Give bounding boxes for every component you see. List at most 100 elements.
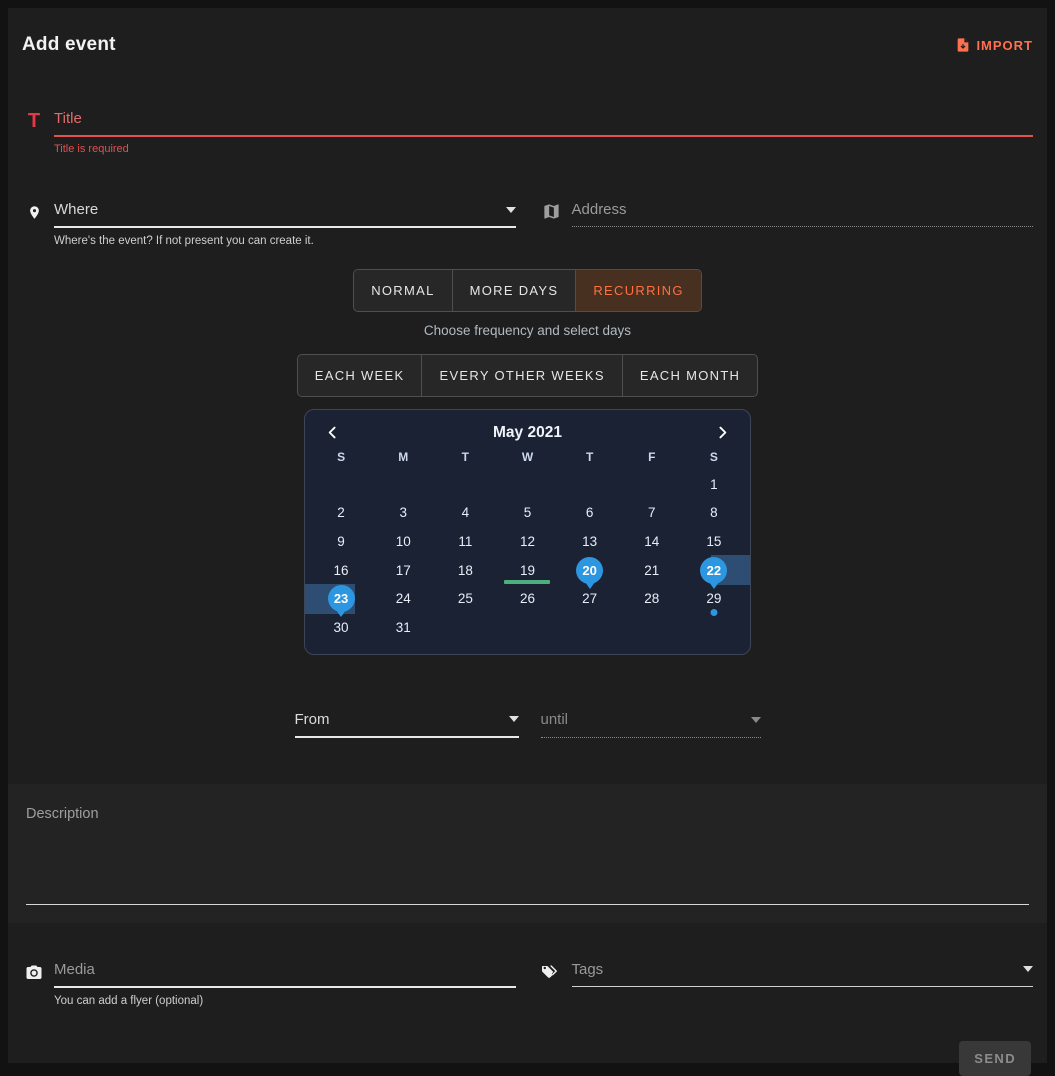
calendar-day-number: 22 xyxy=(700,557,727,584)
from-label: From xyxy=(295,711,330,728)
media-field-block: Media You can add a flyer (optional) xyxy=(22,961,516,1007)
calendar-day-header: F xyxy=(621,445,683,470)
chevron-down-icon xyxy=(506,207,516,213)
calendar-day-empty xyxy=(559,613,621,642)
calendar-day-6[interactable]: 6 xyxy=(559,499,621,528)
calendar-day-10[interactable]: 10 xyxy=(372,527,434,556)
calendar-day-empty xyxy=(310,470,372,499)
calendar-day-number: 26 xyxy=(514,585,541,612)
calendar-day-30[interactable]: 30 xyxy=(310,613,372,642)
calendar-day-26[interactable]: 26 xyxy=(496,584,558,613)
calendar-day-27[interactable]: 27 xyxy=(559,584,621,613)
calendar-day-8[interactable]: 8 xyxy=(683,499,745,528)
calendar-day-3[interactable]: 3 xyxy=(372,499,434,528)
calendar-day-28[interactable]: 28 xyxy=(621,584,683,613)
media-helper-text: You can add a flyer (optional) xyxy=(54,995,516,1007)
calendar-day-header: M xyxy=(372,445,434,470)
tags-placeholder: Tags xyxy=(572,961,604,978)
calendar-day-number: 31 xyxy=(390,614,417,641)
calendar-day-number: 16 xyxy=(328,557,355,584)
calendar-header: May 2021 xyxy=(310,418,745,445)
next-month-button[interactable] xyxy=(712,422,733,443)
until-label: until xyxy=(541,711,569,728)
calendar-day-header: W xyxy=(496,445,558,470)
title-placeholder: Title xyxy=(54,110,82,127)
frequency-caption: Choose frequency and select days xyxy=(8,323,1047,338)
tab-each-month[interactable]: EACH MONTH xyxy=(622,355,757,396)
chevron-down-icon xyxy=(1023,966,1033,972)
tags-select[interactable]: Tags xyxy=(572,961,1034,987)
description-textarea[interactable] xyxy=(26,904,1029,905)
calendar-day-number: 14 xyxy=(638,528,665,555)
send-button[interactable]: SEND xyxy=(959,1041,1031,1076)
calendar-day-1[interactable]: 1 xyxy=(683,470,745,499)
calendar-day-header: S xyxy=(683,445,745,470)
calendar-day-31[interactable]: 31 xyxy=(372,613,434,642)
calendar-day-4[interactable]: 4 xyxy=(434,499,496,528)
calendar-day-29[interactable]: 29 xyxy=(683,584,745,613)
tab-normal[interactable]: NORMAL xyxy=(354,270,451,311)
calendar-day-24[interactable]: 24 xyxy=(372,584,434,613)
calendar-day-18[interactable]: 18 xyxy=(434,556,496,585)
previous-month-button[interactable] xyxy=(322,422,343,443)
calendar-day-13[interactable]: 13 xyxy=(559,527,621,556)
tab-more-days[interactable]: MORE DAYS xyxy=(452,270,576,311)
frequency-group: EACH WEEK EVERY OTHER WEEKS EACH MONTH xyxy=(297,354,759,397)
calendar-day-number: 25 xyxy=(452,585,479,612)
calendar-day-number: 17 xyxy=(390,557,417,584)
calendar-day-number: 10 xyxy=(390,528,417,555)
map-icon xyxy=(540,202,564,227)
calendar-day-event-dot xyxy=(710,609,717,616)
calendar-day-17[interactable]: 17 xyxy=(372,556,434,585)
address-input[interactable]: Address xyxy=(572,201,1034,227)
calendar-day-20[interactable]: 20 xyxy=(559,556,621,585)
calendar-day-16[interactable]: 16 xyxy=(310,556,372,585)
calendar-day-7[interactable]: 7 xyxy=(621,499,683,528)
event-type-tabs: NORMAL MORE DAYS RECURRING xyxy=(8,269,1047,312)
calendar-day-5[interactable]: 5 xyxy=(496,499,558,528)
camera-icon xyxy=(22,964,46,988)
calendar-day-11[interactable]: 11 xyxy=(434,527,496,556)
tags-icon xyxy=(540,962,564,987)
calendar-day-empty xyxy=(621,470,683,499)
media-input[interactable]: Media xyxy=(54,961,516,988)
calendar-day-number: 21 xyxy=(638,557,665,584)
calendar-day-9[interactable]: 9 xyxy=(310,527,372,556)
title-input[interactable]: Title xyxy=(54,110,1033,137)
media-tags-row: Media You can add a flyer (optional) Tag… xyxy=(8,961,1047,1007)
calendar-day-number: 11 xyxy=(452,528,479,555)
calendar-day-12[interactable]: 12 xyxy=(496,527,558,556)
calendar-day-number: 28 xyxy=(638,585,665,612)
calendar-day-23[interactable]: 23 xyxy=(310,584,372,613)
location-pin-icon xyxy=(22,203,46,228)
import-button[interactable]: IMPORT xyxy=(955,37,1033,53)
calendar-day-14[interactable]: 14 xyxy=(621,527,683,556)
calendar-day-number: 9 xyxy=(328,528,355,555)
calendar-day-number: 30 xyxy=(328,614,355,641)
calendar-day-25[interactable]: 25 xyxy=(434,584,496,613)
calendar-day-number: 24 xyxy=(390,585,417,612)
until-select[interactable]: until xyxy=(541,711,761,738)
chevron-left-icon xyxy=(324,424,341,441)
from-select[interactable]: From xyxy=(295,711,519,738)
calendar-day-21[interactable]: 21 xyxy=(621,556,683,585)
calendar-day-22[interactable]: 22 xyxy=(683,556,745,585)
calendar-day-19[interactable]: 19 xyxy=(496,556,558,585)
where-select[interactable]: Where xyxy=(54,201,516,228)
calendar-day-empty xyxy=(683,613,745,642)
dialog-header: Add event IMPORT xyxy=(8,8,1047,56)
calendar-day-number: 19 xyxy=(514,557,541,584)
tab-recurring[interactable]: RECURRING xyxy=(575,270,700,311)
import-file-icon xyxy=(955,37,971,53)
import-button-label: IMPORT xyxy=(976,38,1033,53)
calendar-day-number: 3 xyxy=(390,499,417,526)
calendar-day-2[interactable]: 2 xyxy=(310,499,372,528)
calendar-day-15[interactable]: 15 xyxy=(683,527,745,556)
media-placeholder: Media xyxy=(54,961,95,978)
calendar-day-number: 27 xyxy=(576,585,603,612)
calendar: May 2021 SMTWTFS 12345678910111213141516… xyxy=(304,409,751,655)
title-icon: T xyxy=(22,111,46,137)
time-row: From until xyxy=(295,711,761,738)
tab-every-other-weeks[interactable]: EVERY OTHER WEEKS xyxy=(421,355,621,396)
tab-each-week[interactable]: EACH WEEK xyxy=(298,355,422,396)
